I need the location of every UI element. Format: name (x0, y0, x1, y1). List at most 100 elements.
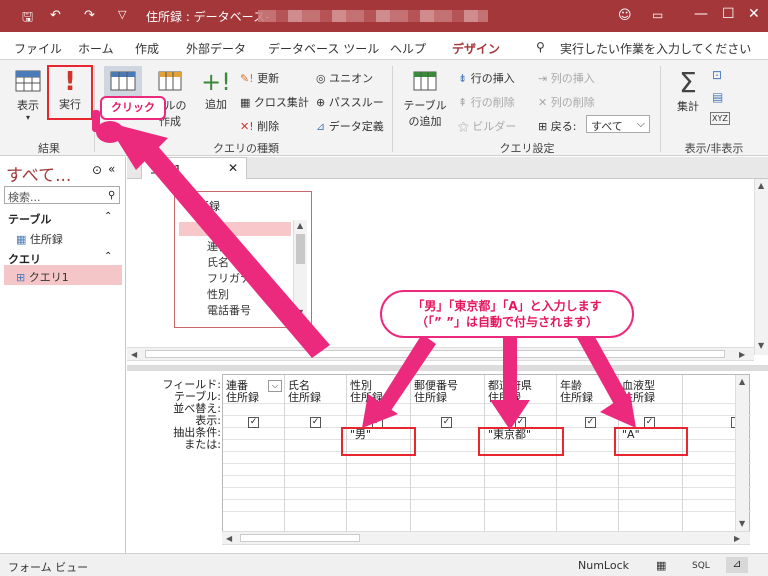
delete-rows-button[interactable]: ⇞ 行の削除 (458, 94, 515, 110)
scroll-left-icon[interactable]: ◀ (226, 534, 232, 543)
show-checkbox[interactable]: ✓ (248, 417, 259, 428)
close-button[interactable]: ✕ (748, 6, 760, 22)
grid-column[interactable]: 連番 ⌵ 住所録 ✓ (223, 375, 285, 533)
scroll-up-icon[interactable]: ▲ (297, 221, 303, 230)
scroll-thumb[interactable] (145, 350, 725, 358)
group-show-hide: 表示/非表示 (684, 142, 744, 155)
field-item[interactable]: フリガナ (207, 270, 251, 286)
nav-item-query1[interactable]: ⊞ クエリ1 (16, 269, 69, 285)
document-tab-label: エリ1 (150, 163, 182, 177)
scroll-down-icon[interactable]: ▼ (739, 519, 745, 528)
collapse-section-icon[interactable]: ⌃ (104, 251, 112, 262)
table-pane-hscroll[interactable]: ◀ ▶ (127, 347, 754, 361)
table-names-icon[interactable]: XYZ (710, 112, 730, 125)
builder-label: ビルダー (472, 120, 517, 133)
document-tab[interactable]: エリ1 ✕ (141, 157, 247, 180)
return-value: すべて (591, 120, 623, 133)
table-pane-vscroll[interactable]: ▲ ▼ (754, 179, 768, 355)
redo-icon[interactable]: ↷ (84, 8, 95, 23)
grid-column[interactable]: 氏名 住所録 ✓ (285, 375, 347, 533)
tab-external-data[interactable]: 外部データ (186, 40, 246, 57)
update-button[interactable]: ✎! 更新 (240, 70, 279, 86)
property-sheet-icon[interactable]: ▤ (712, 90, 723, 104)
nav-section-tables[interactable]: テーブル (8, 211, 51, 227)
field-list-scrollbar[interactable]: ▲ ▼ (293, 220, 307, 320)
crosstab-button[interactable]: ▦ クロス集計 (240, 94, 309, 110)
data-definition-button[interactable]: ⊿ データ定義 (316, 118, 384, 134)
tab-home[interactable]: ホーム (78, 40, 114, 57)
show-checkbox[interactable]: ✓ (310, 417, 321, 428)
totals-label: 集計 (677, 100, 699, 113)
grid-column[interactable]: 郵便番号 住所録 ✓ (411, 375, 485, 533)
profile-icon[interactable]: ☺ (618, 8, 632, 23)
scroll-up-icon[interactable]: ▲ (758, 181, 764, 190)
scroll-down-icon[interactable]: ▼ (297, 308, 303, 317)
grid-table-cell[interactable]: 住所録 (288, 392, 321, 404)
grid-table-cell[interactable]: 住所録 (226, 392, 259, 404)
tab-help[interactable]: ヘルプ (390, 40, 426, 57)
field-item[interactable]: * (207, 222, 213, 235)
design-view-icon[interactable]: ⊿ (726, 557, 748, 573)
passthrough-button[interactable]: ⊕ パススルー (316, 94, 384, 110)
totals-button[interactable]: Σ 集計 (668, 68, 708, 114)
delete-columns-button[interactable]: ✕ 列の削除 (538, 94, 595, 110)
collapse-pane-icon[interactable]: « (108, 162, 115, 176)
add-table-button[interactable]: テーブル の追加 (400, 68, 450, 129)
scroll-down-icon[interactable]: ▼ (758, 341, 764, 350)
append-button[interactable]: +! 追加 (198, 68, 234, 112)
view-label: 表示 (17, 99, 39, 112)
sql-view-icon[interactable]: SQL (692, 561, 710, 571)
ribbon-display-icon[interactable]: ▭ (652, 8, 663, 22)
scroll-left-icon[interactable]: ◀ (131, 350, 137, 359)
insert-columns-button[interactable]: ⇥ 列の挿入 (538, 70, 595, 86)
scroll-thumb[interactable] (240, 534, 360, 542)
insert-rows-button[interactable]: ⇟ 行の挿入 (458, 70, 515, 86)
tab-database-tools[interactable]: データベース ツール (268, 40, 379, 57)
delete-query-label: 削除 (257, 120, 280, 133)
grid-table-cell[interactable]: 住所録 (622, 392, 655, 404)
nav-item-address-book[interactable]: ▦ 住所録 (16, 231, 63, 247)
field-item[interactable]: 電話番号 (207, 302, 251, 318)
field-item[interactable]: 性別 (207, 286, 229, 302)
grid-table-cell[interactable]: 住所録 (350, 392, 383, 404)
grid-hscroll[interactable]: ◀ ▶ (222, 531, 750, 545)
return-dropdown[interactable]: すべて ⌵ (586, 115, 650, 133)
show-checkbox[interactable]: ✓ (441, 417, 452, 428)
tab-create[interactable]: 作成 (135, 40, 159, 57)
save-icon[interactable]: 🖫 (22, 8, 33, 30)
scroll-up-icon[interactable]: ▲ (739, 377, 745, 386)
tab-design[interactable]: デザイン (447, 40, 505, 62)
grid-vscroll[interactable]: ▲ ▼ (735, 375, 749, 533)
scroll-right-icon[interactable]: ▶ (734, 534, 740, 543)
maximize-button[interactable]: ☐ (722, 6, 735, 22)
delete-query-button[interactable]: ✕! 削除 (240, 118, 279, 134)
scroll-right-icon[interactable]: ▶ (739, 350, 745, 359)
grid-column[interactable]: 年齢 住所録 ✓ (557, 375, 619, 533)
nav-search-input[interactable]: 検索... (4, 186, 120, 204)
grid-table-cell[interactable]: 住所録 (560, 392, 593, 404)
datasheet-view-icon[interactable]: ▦ (656, 559, 666, 572)
select-query-icon (110, 71, 136, 91)
parameters-icon[interactable]: ⊡ (712, 68, 722, 82)
collapse-section-icon[interactable]: ⌃ (104, 211, 112, 222)
grid-table-cell[interactable]: 住所録 (414, 392, 447, 404)
undo-icon[interactable]: ↶ (50, 8, 61, 23)
show-checkbox[interactable]: ✓ (585, 417, 596, 428)
nav-pane-header[interactable]: すべて... (6, 161, 71, 186)
field-item[interactable]: 連番 (207, 238, 229, 254)
customize-qat-icon[interactable]: ▽ (118, 8, 126, 21)
tab-file[interactable]: ファイル (14, 40, 62, 57)
nav-options-icon[interactable]: ⊙ (92, 163, 102, 177)
field-list-window[interactable]: 住所録 * 連番 氏名 フリガナ 性別 電話番号 ▲ ▼ (174, 191, 312, 328)
builder-button[interactable]: ⚝ ビルダー (458, 118, 516, 134)
close-tab-icon[interactable]: ✕ (228, 161, 238, 175)
return-label: 戻る: (550, 120, 577, 133)
view-button[interactable]: 表示 ▾ (10, 68, 46, 122)
grid-table-cell[interactable]: 住所録 (488, 392, 521, 404)
minimize-button[interactable]: — (694, 6, 708, 22)
tell-me-search[interactable]: 実行したい作業を入力してください (560, 40, 751, 57)
union-button[interactable]: ◎ ユニオン (316, 70, 373, 86)
field-dropdown-icon[interactable]: ⌵ (268, 380, 282, 392)
scroll-thumb[interactable] (296, 234, 305, 264)
field-item[interactable]: 氏名 (207, 254, 229, 270)
